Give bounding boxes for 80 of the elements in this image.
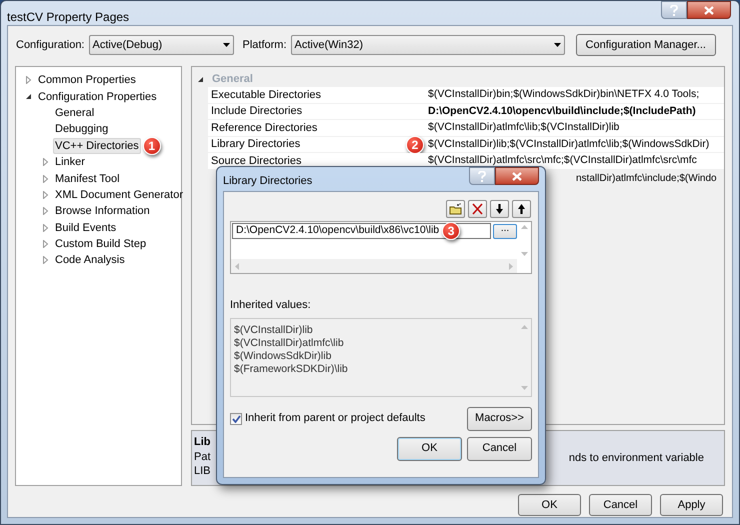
inherit-checkbox[interactable]: [230, 412, 242, 424]
configuration-manager-button[interactable]: Configuration Manager...: [576, 34, 716, 56]
tree-item[interactable]: Debugging: [53, 121, 110, 138]
combo-value: Active(Debug): [92, 38, 162, 53]
tree-item[interactable]: Configuration Properties: [36, 88, 159, 105]
scroll-up-icon: [520, 324, 528, 328]
tree-item[interactable]: Custom Build Step: [53, 236, 148, 252]
number-badge: 3: [442, 222, 460, 240]
property-value: D:\OpenCV2.4.10\opencv\build\include;$(IncludePath): [428, 104, 696, 119]
inherited-values-label: Inherited values:: [230, 298, 312, 313]
dialog-title: Library Directories: [223, 174, 312, 189]
checkmark-icon: [232, 414, 240, 422]
delete-icon: [471, 203, 484, 215]
tree-item[interactable]: VC++ Directories: [53, 138, 141, 154]
tree-item[interactable]: Manifest Tool: [53, 170, 122, 187]
tree-item[interactable]: Build Events: [53, 220, 118, 236]
property-name: Source Directories: [211, 154, 302, 169]
description-title: Lib: [194, 435, 211, 450]
tree-item[interactable]: General: [53, 104, 96, 121]
window-title: testCV Property Pages: [7, 9, 130, 26]
property-name: Include Directories: [211, 104, 302, 120]
dialog-button[interactable]: Apply: [660, 494, 723, 516]
new-line-button[interactable]: [446, 200, 465, 218]
platform-label: Platform:: [242, 38, 287, 53]
number-badge: 2: [406, 136, 424, 154]
folder-icon: [449, 203, 462, 215]
description-text: nds to environment variable: [568, 451, 704, 466]
help-icon: [478, 170, 486, 182]
tree-item[interactable]: Browse Information: [53, 203, 152, 220]
number-badge: 1: [142, 136, 161, 155]
down-arrow-icon: [493, 203, 506, 215]
property-value: $(VCInstallDir)atlmfc\lib;$(VCInstallDir)lib: [428, 120, 620, 136]
property-value: $(VCInstallDir)bin;$(WindowsSdkDir)bin\NETFX 4.0 Tools;: [428, 86, 700, 102]
scroll-down-icon: [520, 252, 528, 256]
delete-button[interactable]: [468, 200, 487, 218]
property-value: nstallDir)atlmfc\include;$(Windo: [576, 172, 717, 186]
property-name: Executable Directories: [211, 88, 322, 103]
close-icon: [704, 6, 714, 14]
move-up-button[interactable]: [512, 200, 531, 218]
macros-button[interactable]: Macros>>: [467, 406, 532, 430]
property-value: $(VCInstallDir)atlmfc\src\mfc;$(VCInstallDir)atlmfc\src\mfc: [428, 153, 697, 168]
close-icon: [512, 172, 522, 180]
path-input[interactable]: D:\OpenCV2.4.10\opencv\build\x86\vc10\lib 3: [232, 223, 491, 239]
browse-button[interactable]: ...: [493, 224, 517, 238]
inherited-value: $(WindowsSdkDir)lib: [234, 350, 332, 362]
tree-item[interactable]: XML Document Generator: [53, 186, 185, 203]
dropdown-arrow-icon: [222, 43, 230, 47]
description-text: Pat: [194, 450, 211, 464]
configuration-label: Configuration:: [16, 38, 84, 53]
checkbox-label: Inherit from parent or project defaults: [245, 411, 426, 426]
platform-dropdown[interactable]: Active(Win32): [290, 35, 565, 55]
help-button[interactable]: [469, 167, 495, 185]
path-text: D:\OpenCV2.4.10\opencv\build\x86\vc10\lib: [236, 223, 440, 238]
help-button[interactable]: [661, 1, 687, 19]
dropdown-arrow-icon: [554, 43, 561, 47]
tree-item[interactable]: Common Properties: [36, 72, 138, 88]
inherited-value: $(FrameworkSDKDir)\lib: [234, 362, 349, 376]
dialog-button[interactable]: Cancel: [589, 494, 652, 516]
dialog-button[interactable]: OK: [397, 436, 462, 460]
help-icon: [670, 4, 678, 16]
inherited-value: $(VCInstallDir)lib: [234, 324, 314, 336]
property-name: Reference Directories: [211, 120, 318, 136]
move-down-button[interactable]: [490, 200, 509, 218]
dialog-button[interactable]: Cancel: [467, 436, 532, 460]
scroll-left-icon: [235, 262, 239, 270]
tree-item[interactable]: Linker: [53, 154, 87, 170]
property-value: $(VCInstallDir)lib;$(VCInstallDir)atlmfc\lib;$(WindowsSdkDir): [428, 136, 710, 152]
configuration-dropdown[interactable]: Active(Debug): [88, 35, 234, 55]
combo-value: Active(Win32): [294, 38, 363, 53]
dialog-button[interactable]: OK: [518, 494, 581, 516]
close-button[interactable]: [495, 167, 539, 185]
scroll-right-icon: [509, 262, 513, 270]
inherited-value: $(VCInstallDir)atlmfc\lib: [234, 336, 345, 350]
close-button[interactable]: [687, 1, 731, 19]
description-text: LIB: [194, 464, 211, 478]
scroll-up-icon: [520, 225, 528, 229]
property-name: Library Directories: [211, 137, 300, 152]
tree-item[interactable]: Code Analysis: [53, 252, 127, 268]
scroll-down-icon: [520, 386, 528, 390]
up-arrow-icon: [515, 203, 528, 215]
